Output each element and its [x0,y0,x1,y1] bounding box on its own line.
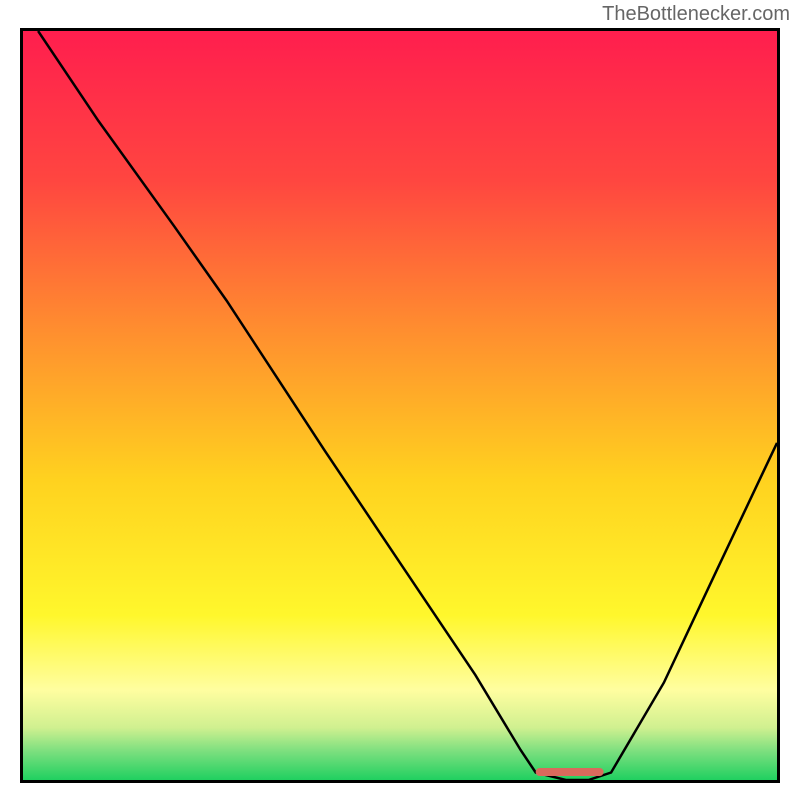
watermark-text: TheBottlenecker.com [602,3,790,26]
plot-area [20,28,780,783]
optimum-marker [536,768,604,776]
bottleneck-curve [23,31,777,780]
chart-container: TheBottlenecker.com [0,0,800,800]
